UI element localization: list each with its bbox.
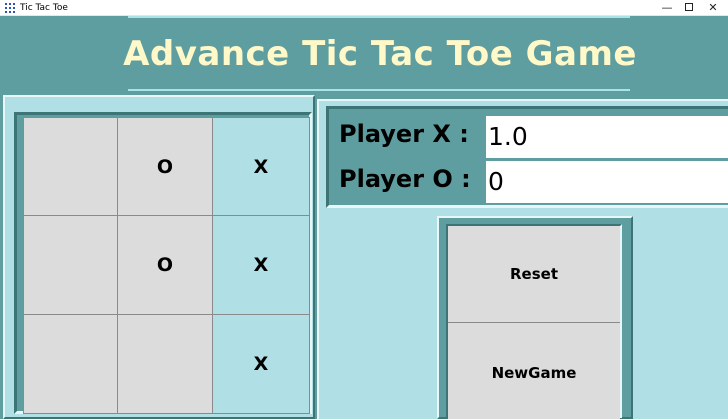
board-cell-2[interactable]: O [118,117,213,216]
game-board: O X O X X [23,117,310,414]
right-panel: Player X : 1.0 Player O : 0 Reset NewGam… [317,99,728,419]
score-panel: Player X : 1.0 Player O : 0 [326,106,728,208]
new-game-button[interactable]: NewGame [448,324,620,419]
board-cell-9[interactable]: X [213,315,310,414]
board-cell-1[interactable] [23,117,118,216]
board-cell-4[interactable] [23,216,118,315]
player-x-score-field[interactable]: 1.0 [486,116,728,158]
board-cell-3[interactable]: X [213,117,310,216]
header-divider-top [128,16,630,18]
main-area: O X O X X Player X : 1.0 Player O : 0 Re… [0,92,728,419]
controls-frame: Reset NewGame [437,216,633,419]
board-cell-6[interactable]: X [213,216,310,315]
page-title: Advance Tic Tac Toe Game [123,34,637,74]
reset-button[interactable]: Reset [448,226,620,323]
score-row-player-o: Player O : 0 [329,161,728,203]
app-grid-icon [5,3,15,13]
player-o-score-field[interactable]: 0 [486,161,728,203]
player-x-label: Player X : [339,120,469,148]
player-o-label: Player O : [339,165,471,193]
maximize-icon [685,3,693,11]
window-title: Tic Tac Toe [20,3,68,13]
score-row-player-x: Player X : 1.0 [329,116,728,158]
header-divider-bottom [128,89,630,91]
board-frame: O X O X X [3,95,315,419]
board-cell-7[interactable] [23,315,118,414]
close-button[interactable]: ✕ [698,0,728,16]
header-banner: Advance Tic Tac Toe Game [0,16,728,92]
window-titlebar: Tic Tac Toe — ✕ [0,0,728,16]
board-cell-8[interactable] [118,315,213,414]
board-cell-5[interactable]: O [118,216,213,315]
controls-inset: Reset NewGame [446,224,622,419]
